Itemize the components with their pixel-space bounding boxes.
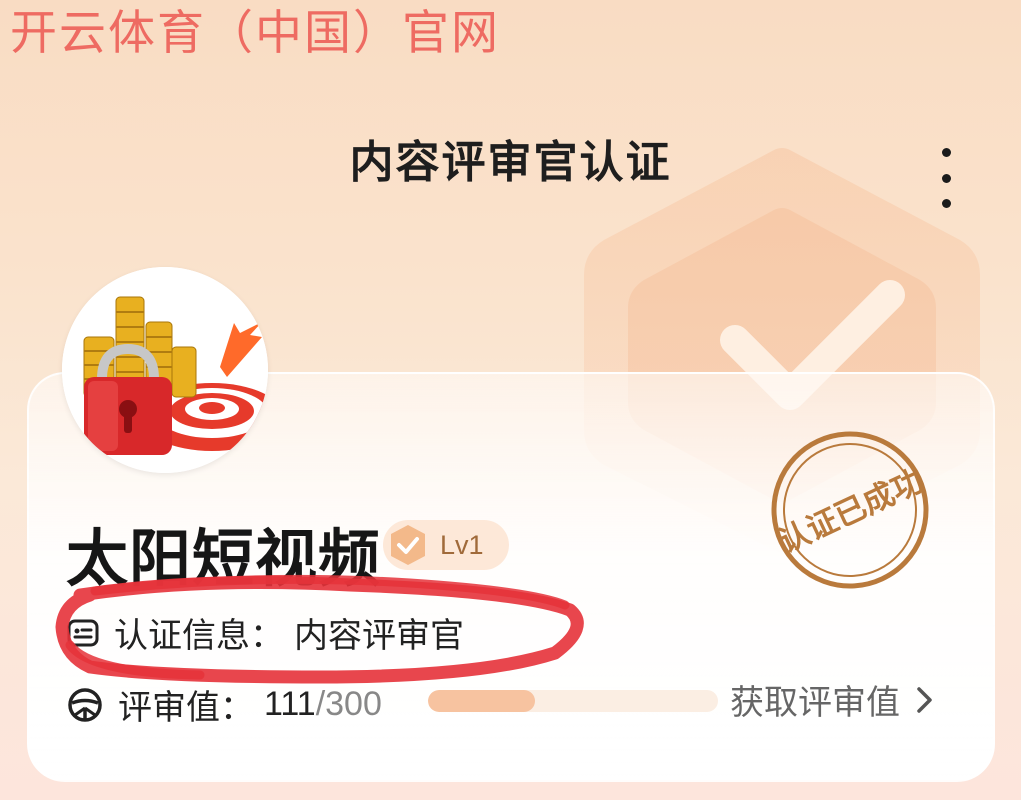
avatar[interactable] (62, 267, 268, 473)
review-current-value: 111 (264, 685, 316, 723)
level-label: Lv1 (440, 529, 484, 560)
review-total-value: 300 (325, 685, 382, 723)
more-options-button[interactable] (928, 148, 964, 208)
user-name: 太阳短视频 (66, 522, 382, 595)
steering-wheel-icon (68, 687, 102, 722)
hexagon-check-icon (391, 525, 425, 565)
review-separator: / (315, 685, 326, 723)
certification-value: 内容评审官 (294, 616, 464, 656)
page-title: 内容评审官认证 (349, 137, 672, 188)
review-progress-fill (428, 690, 536, 712)
chevron-right-icon (917, 686, 932, 713)
get-review-value-link[interactable]: 获取评审值 (730, 675, 936, 724)
get-review-label: 获取评审值 (730, 683, 900, 723)
more-vertical-icon (941, 148, 951, 157)
review-progress-bar (428, 690, 718, 712)
review-label: 评审值： (118, 688, 254, 728)
certified-success-stamp: 认证已成功 (771, 431, 929, 589)
more-dot (941, 173, 951, 183)
more-dot (941, 199, 951, 208)
certification-info-row: 认证信息： 内容评审官 (66, 608, 464, 657)
certification-label: 认证信息： (114, 616, 284, 656)
watermark-text: 开云体育（中国）官网 (10, 6, 500, 61)
review-value-row: 评审值： 111 / 300 (66, 680, 382, 729)
gold-coins-lock-target-image (62, 267, 268, 473)
id-card-icon (67, 619, 99, 646)
level-badge: Lv1 (383, 520, 509, 570)
